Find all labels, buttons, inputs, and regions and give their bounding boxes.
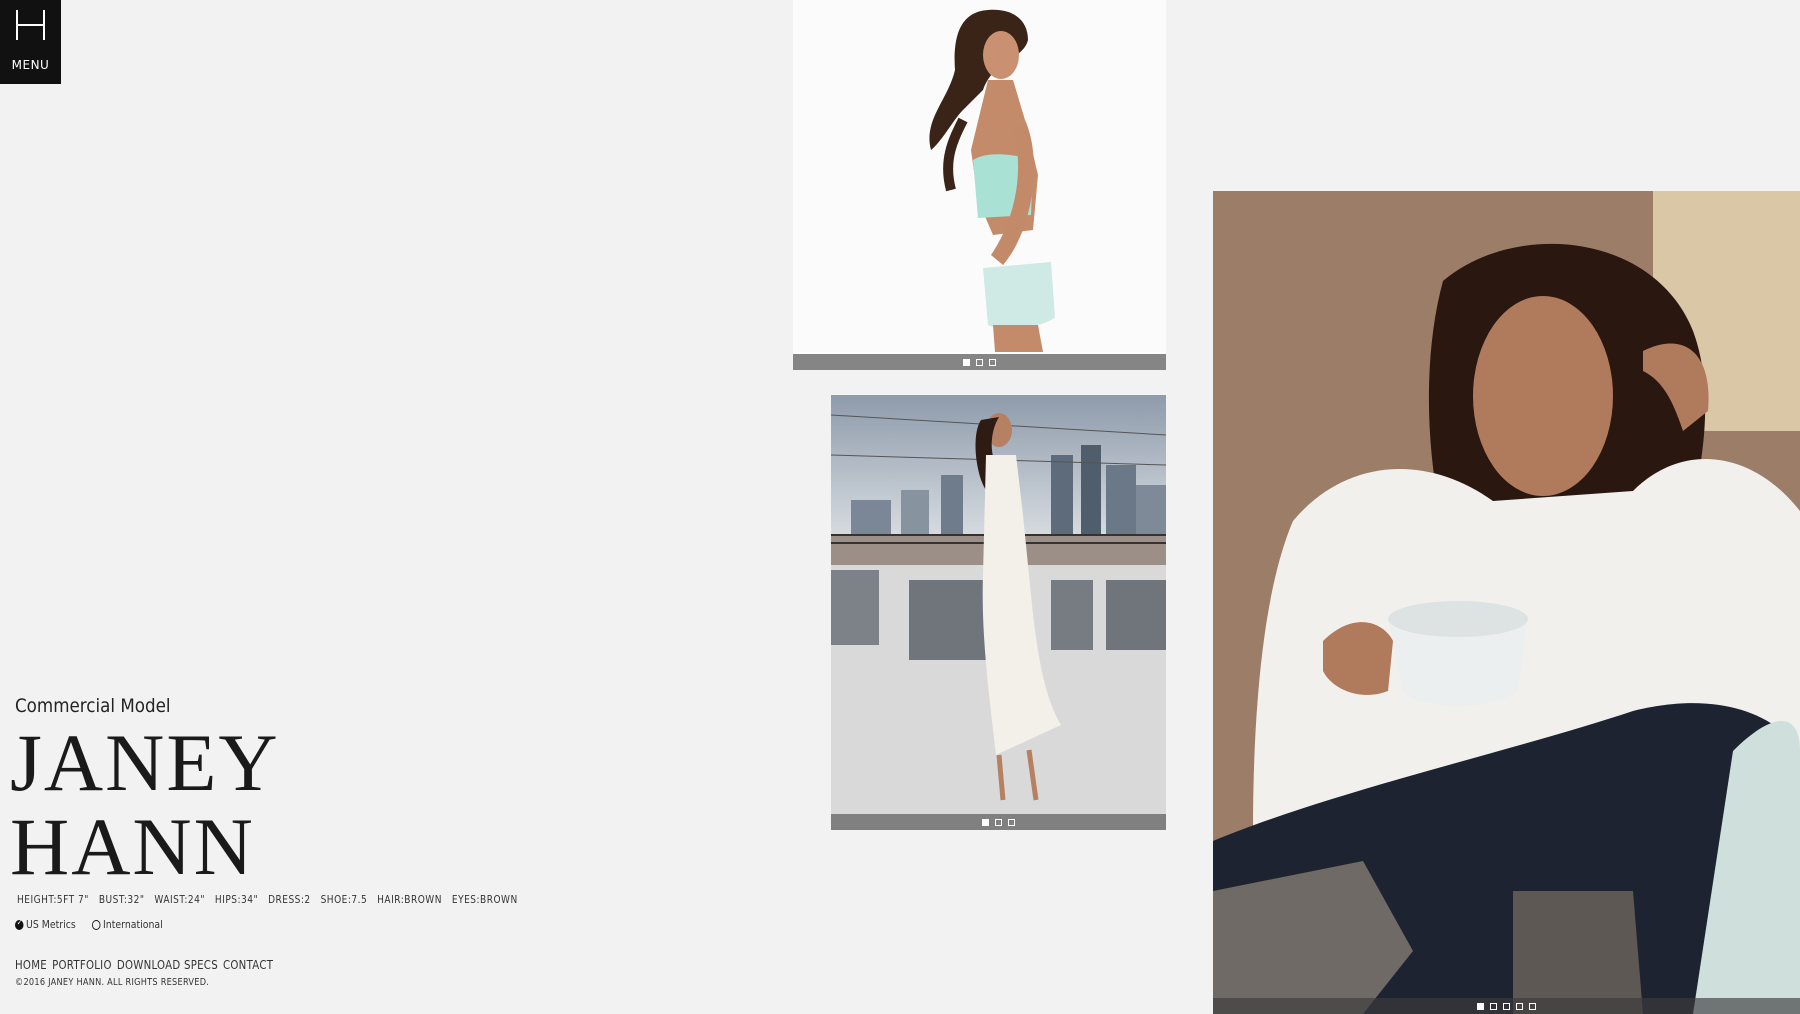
portrait-photo-slider[interactable]	[1213, 191, 1800, 1014]
studio-photo	[793, 0, 1166, 352]
studio-slider-pager	[793, 354, 1166, 370]
portrait-slider-pager	[1213, 998, 1800, 1014]
stat-height: HEIGHT:5FT 7"	[17, 893, 89, 906]
slider-dot[interactable]	[1477, 1002, 1484, 1010]
stat-waist: WAIST:24"	[154, 893, 205, 906]
slider-dot[interactable]	[989, 358, 996, 366]
model-stats: HEIGHT:5FT 7" BUST:32" WAIST:24" HIPS:34…	[17, 893, 524, 906]
us-metrics-option[interactable]: US Metrics	[15, 918, 76, 931]
portrait-photo	[1213, 191, 1800, 1014]
slider-dot[interactable]	[1490, 1002, 1497, 1010]
slider-dot[interactable]	[1516, 1002, 1523, 1010]
rooftop-photo-slider[interactable]	[831, 395, 1166, 830]
stat-bust: BUST:32"	[98, 893, 145, 906]
international-label: International	[103, 918, 164, 931]
rooftop-slider-pager	[831, 814, 1166, 830]
us-metrics-label: US Metrics	[26, 918, 76, 931]
stat-dress: DRESS:2	[268, 893, 311, 906]
model-name-last: HANN	[10, 801, 255, 892]
radio-checked-icon	[15, 918, 24, 930]
nav-download-specs-link[interactable]: DOWNLOAD SPECS	[117, 958, 218, 972]
studio-photo-slider[interactable]	[793, 0, 1166, 370]
copyright-text: ©2016 JANEY HANN. ALL RIGHTS RESERVED.	[15, 977, 210, 988]
h-monogram-icon	[0, 10, 61, 48]
radio-unchecked-icon	[92, 919, 101, 930]
slider-dot[interactable]	[982, 818, 989, 826]
menu-button[interactable]: MENU	[0, 0, 61, 84]
menu-label: MENU	[11, 58, 50, 72]
stat-hair: HAIR:BROWN	[377, 893, 442, 906]
rooftop-photo	[831, 395, 1166, 814]
profile-subtitle: Commercial Model	[15, 695, 171, 717]
international-option[interactable]: International	[92, 918, 163, 931]
nav-portfolio-link[interactable]: PORTFOLIO	[52, 958, 112, 972]
slider-dot[interactable]	[976, 358, 983, 366]
model-name-first: JANEY	[10, 717, 280, 808]
slider-dot[interactable]	[1008, 818, 1015, 826]
footer-nav: HOME PORTFOLIO DOWNLOAD SPECS CONTACT	[15, 958, 273, 972]
stat-shoe: SHOE:7.5	[320, 893, 368, 906]
nav-contact-link[interactable]: CONTACT	[223, 958, 273, 972]
stat-hips: HIPS:34"	[214, 893, 259, 906]
unit-toggle: US Metrics International	[15, 918, 176, 931]
slider-dot[interactable]	[995, 818, 1002, 826]
slider-dot[interactable]	[1503, 1002, 1510, 1010]
slider-dot[interactable]	[1529, 1002, 1536, 1010]
stat-eyes: EYES:BROWN	[451, 893, 518, 906]
nav-home-link[interactable]: HOME	[15, 958, 47, 972]
slider-dot[interactable]	[963, 358, 970, 366]
